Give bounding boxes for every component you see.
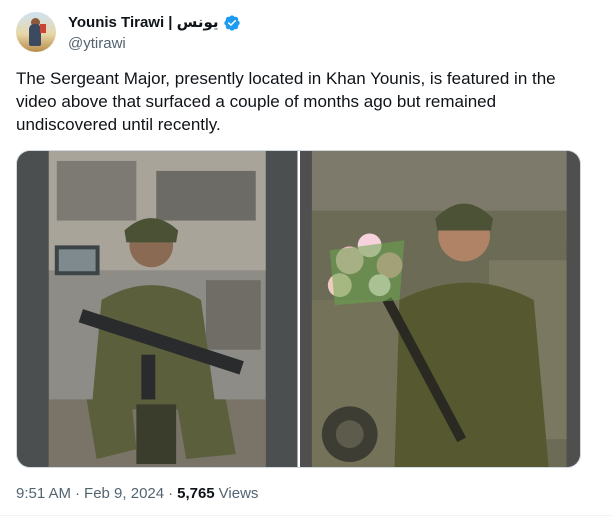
divider [0,515,611,516]
tweet-header: Younis Tirawi | يونس @ytirawi [16,12,596,56]
tweet-date[interactable]: Feb 9, 2024 [84,484,164,504]
meta-separator: · [75,485,81,502]
soldier-flowers-image [299,151,580,467]
views-label[interactable]: Views [219,484,259,504]
media-image-2[interactable] [299,151,580,467]
name-row: Younis Tirawi | يونس [68,13,241,33]
media-grid [16,150,581,468]
user-handle[interactable]: @ytirawi [68,34,126,54]
media-image-1[interactable] [17,151,298,467]
views-count[interactable]: 5,765 [177,484,215,504]
tweet-text: The Sergeant Major, presently located in… [16,69,556,134]
avatar[interactable] [16,12,56,52]
soldier-seated-image [17,151,298,467]
display-name[interactable]: Younis Tirawi | يونس [68,13,219,33]
avatar-flag-shape [40,24,46,33]
verified-badge-icon[interactable] [223,14,241,32]
tweet-time[interactable]: 9:51 AM [16,484,71,504]
tweet-meta: 9:51 AM · Feb 9, 2024 · 5,765 Views [16,484,258,504]
meta-separator: · [168,485,174,502]
